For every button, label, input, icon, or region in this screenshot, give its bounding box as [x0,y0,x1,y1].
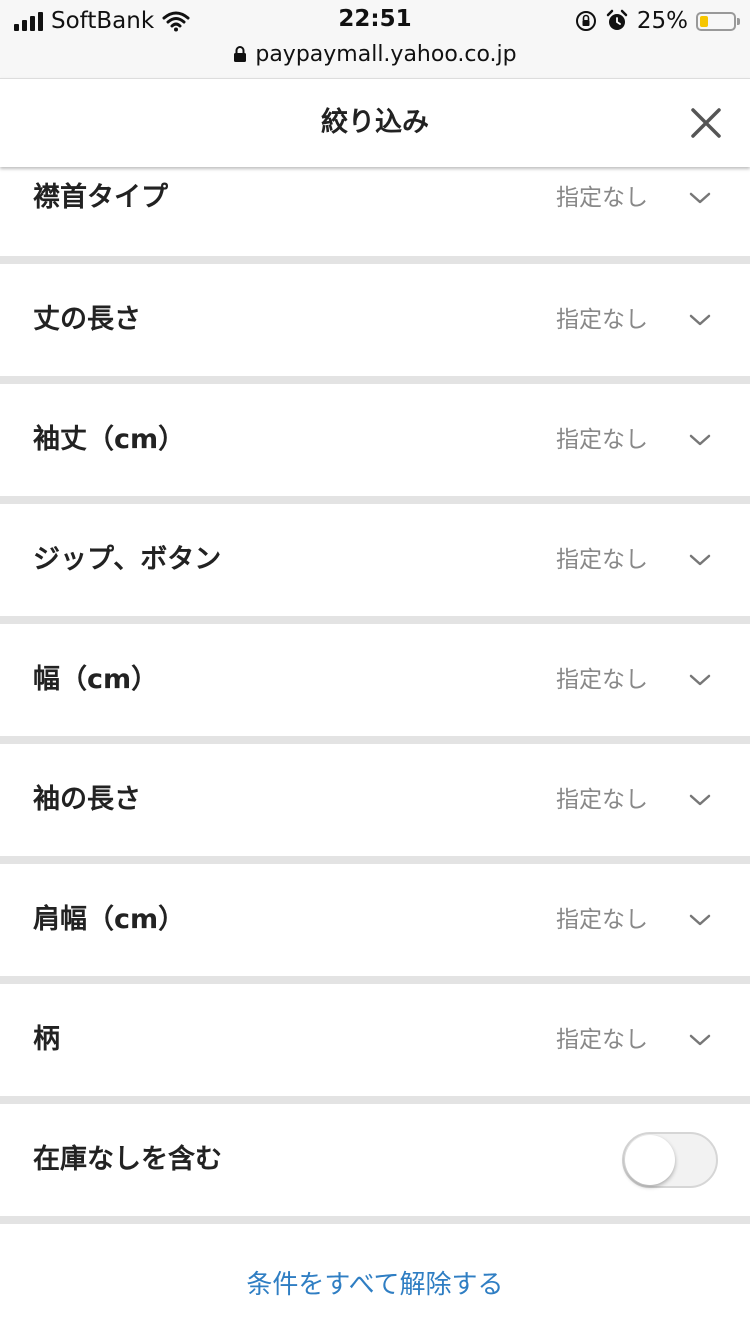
row-divider [0,736,750,744]
reset-all-link[interactable]: 条件をすべて解除する [0,1254,750,1316]
filter-label: 柄 [33,1024,60,1055]
filter-value: 指定なし [556,787,648,813]
filter-row-pattern[interactable]: 柄 指定なし [0,984,750,1096]
filter-value: 指定なし [556,427,648,453]
filter-label: 幅（cm） [33,664,159,695]
battery-level-fill [700,15,708,27]
page-title: 絞り込み [321,107,429,138]
reset-area: 条件をすべて解除する [0,1224,750,1335]
row-divider [0,976,750,984]
chevron-down-icon [689,554,711,566]
alarm-icon [606,9,628,30]
filter-label: 袖の長さ [33,784,141,815]
lock-icon [234,46,247,62]
filter-label: 襟首タイプ [33,182,168,213]
toggle-knob [625,1135,675,1185]
close-button[interactable] [682,99,730,147]
out-of-stock-row: 在庫なしを含む [0,1104,750,1216]
row-divider [0,616,750,624]
orientation-lock-icon [575,11,596,31]
row-divider [0,856,750,864]
filter-row-collar-type[interactable]: 襟首タイプ 指定なし [0,166,750,256]
filter-value: 指定なし [556,307,648,333]
filter-value: 指定なし [556,667,648,693]
filter-row-shoulder-width-cm[interactable]: 肩幅（cm） 指定なし [0,864,750,976]
filter-value: 指定なし [556,185,648,211]
filter-value: 指定なし [556,907,648,933]
row-divider [0,1096,750,1104]
chevron-down-icon [689,1034,711,1046]
row-divider [0,496,750,504]
filter-row-width-cm[interactable]: 幅（cm） 指定なし [0,624,750,736]
battery-icon [696,11,740,31]
row-divider [0,376,750,384]
filter-header: 絞り込み [0,78,750,167]
filter-label: 袖丈（cm） [33,424,186,455]
chevron-down-icon [689,434,711,446]
status-bar: SoftBank 22:51 25% paypaymall.yahoo.co.j… [0,0,750,78]
filter-label: ジップ、ボタン [33,544,222,575]
chevron-down-icon [689,794,711,806]
filter-row-zip-button[interactable]: ジップ、ボタン 指定なし [0,504,750,616]
chevron-down-icon [689,192,711,204]
filter-label: 丈の長さ [33,304,141,335]
chevron-down-icon [689,674,711,686]
chevron-down-icon [689,914,711,926]
status-bar-right: 25% [575,6,740,36]
filter-row-length[interactable]: 丈の長さ 指定なし [0,264,750,376]
out-of-stock-toggle[interactable] [622,1132,718,1188]
filter-row-sleeve-length-cm[interactable]: 袖丈（cm） 指定なし [0,384,750,496]
url-bar[interactable]: paypaymall.yahoo.co.jp [0,38,750,70]
filter-value: 指定なし [556,1027,648,1053]
filter-list: 襟首タイプ 指定なし 丈の長さ 指定なし 袖丈（cm） 指定なし ジップ、ボタン… [0,166,750,1335]
chevron-down-icon [689,314,711,326]
battery-percent: 25% [636,8,688,34]
row-divider [0,256,750,264]
filter-row-sleeve-type[interactable]: 袖の長さ 指定なし [0,744,750,856]
url-text: paypaymall.yahoo.co.jp [255,41,517,67]
filter-value: 指定なし [556,547,648,573]
out-of-stock-label: 在庫なしを含む [33,1144,222,1175]
close-icon [691,108,721,138]
row-divider [0,1216,750,1224]
filter-label: 肩幅（cm） [33,904,186,935]
